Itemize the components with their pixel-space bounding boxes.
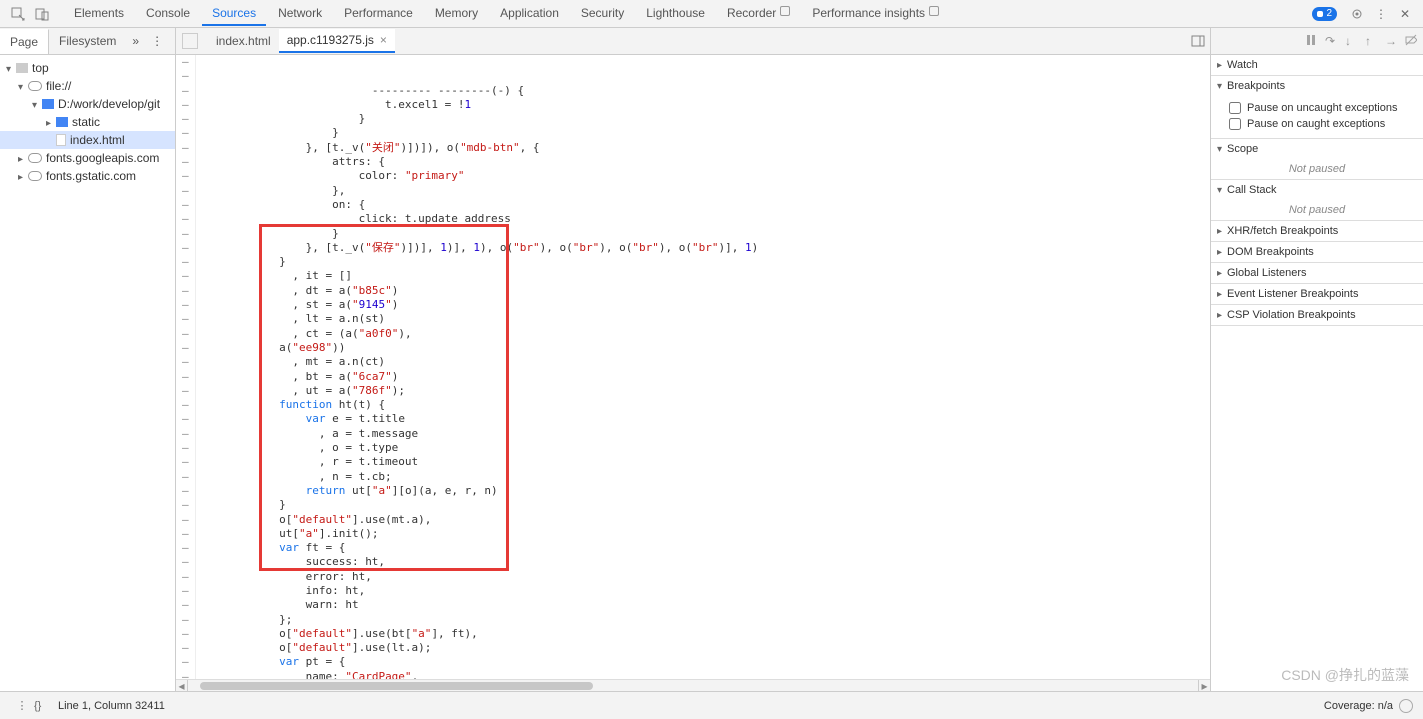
chevron-down-icon [18, 79, 28, 93]
beta-icon [780, 6, 790, 16]
toggle-sidebar-icon[interactable] [1188, 31, 1208, 51]
tab-application[interactable]: Application [490, 2, 569, 26]
chevron-right-icon [1217, 59, 1227, 71]
tree-googleapis[interactable]: fonts.googleapis.com [0, 149, 175, 167]
tab-console[interactable]: Console [136, 2, 200, 26]
device-toggle-icon[interactable] [32, 4, 52, 24]
tab-network[interactable]: Network [268, 2, 332, 26]
navigator-tabs: Page Filesystem » ⋮ [0, 28, 175, 55]
close-tab-icon[interactable]: × [380, 33, 387, 47]
coverage-label: Coverage: n/a [1324, 700, 1393, 712]
tab-performance[interactable]: Performance [334, 2, 423, 26]
pretty-print-icon[interactable]: {} [34, 700, 50, 712]
section-watch[interactable]: Watch [1211, 55, 1423, 76]
folder-icon [56, 117, 68, 127]
devtools-toolbar: Elements Console Sources Network Perform… [0, 0, 1423, 28]
chevron-down-icon [6, 61, 16, 75]
step-over-icon[interactable]: ↷ [1325, 34, 1339, 48]
editor-pane: index.html app.c1193275.js× – – – – – – … [176, 28, 1211, 691]
chevron-right-icon [46, 115, 56, 129]
scope-not-paused: Not paused [1211, 159, 1423, 179]
tab-memory[interactable]: Memory [425, 2, 488, 26]
main-area: Page Filesystem » ⋮ top file:// D:/work/… [0, 28, 1423, 691]
chevron-right-icon [18, 169, 28, 183]
close-icon[interactable]: ✕ [1395, 4, 1415, 24]
chevron-right-icon [1217, 225, 1227, 237]
deactivate-bp-icon[interactable] [1405, 34, 1419, 48]
console-drawer-icon[interactable]: ⋮ [12, 696, 32, 716]
chevron-right-icon [1217, 288, 1227, 300]
debugger-pane: ↷ ↓ ↑ → Watch Breakpoints Pause on uncau… [1211, 28, 1423, 691]
tree-index-html[interactable]: index.html [0, 131, 175, 149]
callstack-not-paused: Not paused [1211, 200, 1423, 220]
settings-icon[interactable] [1347, 4, 1367, 24]
step-icon[interactable]: → [1385, 34, 1399, 48]
nav-tab-page[interactable]: Page [0, 29, 49, 54]
tab-sources[interactable]: Sources [202, 2, 266, 26]
editor-hscrollbar[interactable]: ◂ ▸ [176, 679, 1210, 691]
nav-tab-filesystem[interactable]: Filesystem [49, 29, 126, 53]
tab-lighthouse[interactable]: Lighthouse [636, 2, 715, 26]
section-event-bp[interactable]: Event Listener Breakpoints [1211, 284, 1423, 305]
status-bar: ⋮ {} Line 1, Column 32411 Coverage: n/a [0, 691, 1423, 719]
chevron-right-icon [1217, 309, 1227, 321]
section-callstack: Call Stack Not paused [1211, 180, 1423, 221]
tree-gstatic[interactable]: fonts.gstatic.com [0, 167, 175, 185]
pause-caught-checkbox[interactable]: Pause on caught exceptions [1229, 116, 1417, 132]
pause-icon[interactable] [1305, 34, 1319, 48]
cursor-position: Line 1, Column 32411 [58, 700, 165, 712]
coverage-reload-icon[interactable] [1399, 699, 1413, 713]
tab-security[interactable]: Security [571, 2, 634, 26]
section-scope: Scope Not paused [1211, 139, 1423, 180]
tab-elements[interactable]: Elements [64, 2, 134, 26]
frame-icon [16, 63, 28, 73]
tab-perf-insights[interactable]: Performance insights [802, 2, 949, 26]
chevron-down-icon [32, 97, 42, 111]
nav-menu-icon[interactable]: ⋮ [145, 34, 169, 48]
file-tree: top file:// D:/work/develop/git static i… [0, 55, 175, 691]
panel-tabs: Elements Console Sources Network Perform… [64, 2, 949, 26]
show-navigator-icon[interactable] [182, 33, 198, 49]
code-area[interactable]: --------- --------(-) { t.excel1 = !1 } … [196, 55, 1210, 679]
tree-file-origin[interactable]: file:// [0, 77, 175, 95]
hscroll-thumb[interactable] [200, 682, 593, 690]
section-csp-bp[interactable]: CSP Violation Breakpoints [1211, 305, 1423, 326]
editor-body[interactable]: – – – – – – – – – – – – – – – – – – – – … [176, 55, 1210, 679]
section-xhr[interactable]: XHR/fetch Breakpoints [1211, 221, 1423, 242]
step-into-icon[interactable]: ↓ [1345, 34, 1359, 48]
section-breakpoints: Breakpoints Pause on uncaught exceptions… [1211, 76, 1423, 139]
gutter: – – – – – – – – – – – – – – – – – – – – … [176, 55, 196, 679]
error-badge[interactable]: 2 [1312, 7, 1337, 21]
chevron-right-icon [18, 151, 28, 165]
nav-more-icon[interactable]: » [126, 34, 145, 48]
editor-tab-index[interactable]: index.html [208, 30, 279, 52]
beta-icon [929, 6, 939, 16]
inspect-icon[interactable] [8, 4, 28, 24]
chevron-down-icon [1217, 143, 1227, 155]
cloud-icon [28, 81, 42, 91]
chevron-down-icon [1217, 184, 1227, 196]
section-global-listeners[interactable]: Global Listeners [1211, 263, 1423, 284]
tree-static[interactable]: static [0, 113, 175, 131]
chevron-right-icon [1217, 267, 1227, 279]
chevron-right-icon [1217, 246, 1227, 258]
folder-icon [42, 99, 54, 109]
tree-path[interactable]: D:/work/develop/git [0, 95, 175, 113]
pause-uncaught-checkbox[interactable]: Pause on uncaught exceptions [1229, 100, 1417, 116]
chevron-down-icon [1217, 80, 1227, 92]
more-icon[interactable]: ⋮ [1371, 4, 1391, 24]
navigator-pane: Page Filesystem » ⋮ top file:// D:/work/… [0, 28, 176, 691]
section-dom-bp[interactable]: DOM Breakpoints [1211, 242, 1423, 263]
editor-tabs: index.html app.c1193275.js× [176, 28, 1210, 55]
tree-top[interactable]: top [0, 59, 175, 77]
cloud-icon [28, 153, 42, 163]
editor-tab-appjs[interactable]: app.c1193275.js× [279, 29, 395, 53]
tab-recorder[interactable]: Recorder [717, 2, 800, 26]
step-out-icon[interactable]: ↑ [1365, 34, 1379, 48]
cloud-icon [28, 171, 42, 181]
file-icon [56, 134, 66, 146]
debug-toolbar: ↷ ↓ ↑ → [1211, 28, 1423, 55]
